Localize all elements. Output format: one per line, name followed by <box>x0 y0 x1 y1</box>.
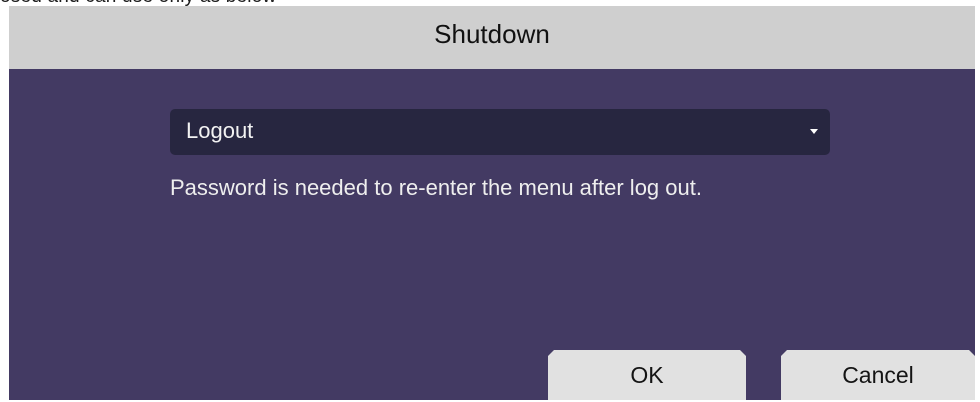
caret-down-icon <box>810 129 818 134</box>
shutdown-mode-dropdown[interactable]: Logout <box>170 109 830 155</box>
logout-message: Password is needed to re-enter the menu … <box>170 175 702 200</box>
dropdown-selected-value: Logout <box>186 118 254 143</box>
shutdown-dialog: Shutdown Logout Password is needed to re… <box>9 6 975 400</box>
cancel-button[interactable]: Cancel <box>781 350 975 400</box>
dialog-titlebar: Shutdown <box>9 6 975 69</box>
screen: osed and can use only as below Shutdown … <box>0 0 980 402</box>
dialog-title: Shutdown <box>434 19 550 49</box>
ok-button[interactable]: OK <box>548 350 746 400</box>
